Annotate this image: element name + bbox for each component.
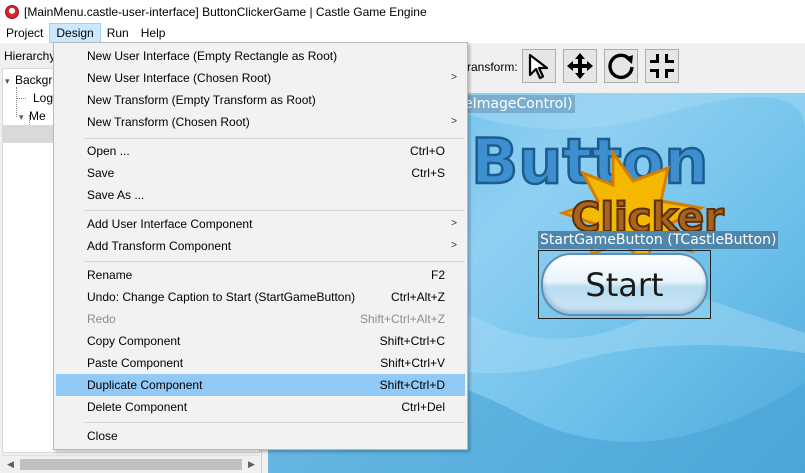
menu-item-label: Open ... [87, 144, 130, 158]
menu-project[interactable]: Project [0, 23, 49, 43]
menu-help[interactable]: Help [135, 23, 172, 43]
menu-item-add-ui-component[interactable]: Add User Interface Component > [56, 213, 465, 235]
collapse-icon[interactable]: ▾ [19, 108, 29, 126]
transform-label: ransform: [467, 60, 518, 74]
submenu-arrow-icon: > [451, 116, 457, 127]
tree-item-label: Me [29, 109, 46, 123]
tree-item-background[interactable]: ▾ Backgr [5, 71, 52, 89]
menu-item-shortcut: Shift+Ctrl+Alt+Z [359, 312, 445, 326]
menu-item-shortcut: Ctrl+S [411, 166, 445, 180]
menu-item-label: New User Interface (Chosen Root) [87, 71, 272, 85]
menu-item-shortcut: Shift+Ctrl+V [380, 356, 445, 370]
menu-item-new-transform-empty[interactable]: New Transform (Empty Transform as Root) [56, 89, 465, 111]
menu-separator [84, 422, 465, 423]
start-game-button[interactable]: Start [541, 253, 708, 316]
castle-app-icon [5, 4, 19, 19]
scale-shrink-icon [650, 54, 674, 78]
menu-item-label: New User Interface (Empty Rectangle as R… [87, 49, 338, 63]
tree-item-label: Backgr [15, 73, 53, 87]
submenu-arrow-icon: > [451, 218, 457, 229]
menu-item-shortcut: Ctrl+Alt+Z [390, 290, 445, 304]
menu-run[interactable]: Run [101, 23, 135, 43]
scale-tool-button[interactable] [645, 49, 679, 83]
menu-separator [84, 261, 465, 262]
window-title: [MainMenu.castle-user-interface] ButtonC… [24, 4, 427, 19]
move-tool-button[interactable] [563, 49, 597, 83]
menu-item-undo[interactable]: Undo: Change Caption to Start (StartGame… [56, 286, 465, 308]
start-button-label: Start [585, 265, 664, 304]
menu-item-redo: Redo Shift+Ctrl+Alt+Z [56, 308, 465, 330]
menu-item-close[interactable]: Close [56, 425, 465, 447]
tree-item-label: Log [33, 91, 54, 105]
menu-item-new-ui-chosen[interactable]: New User Interface (Chosen Root) > [56, 67, 465, 89]
menu-bar: Project Design Run Help [0, 23, 805, 43]
menu-item-shortcut: Shift+Ctrl+C [379, 334, 445, 348]
title-bar: [MainMenu.castle-user-interface] ButtonC… [0, 0, 805, 23]
menu-item-label: New Transform (Chosen Root) [87, 115, 250, 129]
menu-item-copy-component[interactable]: Copy Component Shift+Ctrl+C [56, 330, 465, 352]
rotate-icon [608, 53, 634, 80]
scroll-right-icon[interactable]: ▶ [243, 456, 260, 473]
menu-item-shortcut: F2 [430, 268, 445, 282]
menu-item-label: Copy Component [87, 334, 181, 348]
move-arrows-icon [567, 53, 593, 79]
select-cursor-icon [528, 53, 549, 80]
menu-item-label: Add User Interface Component [87, 217, 253, 231]
menu-item-save[interactable]: Save Ctrl+S [56, 162, 465, 184]
select-tool-button[interactable] [522, 49, 556, 83]
menu-item-label: Save [87, 166, 115, 180]
hierarchy-horizontal-scrollbar[interactable]: ◀ ▶ [2, 455, 260, 472]
tree-item-logo[interactable]: Log [33, 89, 53, 107]
menu-item-label: Duplicate Component [87, 378, 203, 392]
menu-item-new-transform-chosen[interactable]: New Transform (Chosen Root) > [56, 111, 465, 133]
menu-item-new-ui-empty[interactable]: New User Interface (Empty Rectangle as R… [56, 45, 465, 67]
selected-component-caption: StartGameButton (TCastleButton) [538, 231, 779, 249]
tree-item-menu[interactable]: ▾ Me [19, 107, 46, 125]
submenu-arrow-icon: > [451, 72, 457, 83]
menu-item-open[interactable]: Open ... Ctrl+O [56, 140, 465, 162]
scrollbar-thumb[interactable] [20, 459, 242, 470]
image-control-caption: eImageControl) [462, 95, 575, 113]
menu-item-save-as[interactable]: Save As ... [56, 184, 465, 206]
design-dropdown-menu: New User Interface (Empty Rectangle as R… [53, 42, 468, 450]
menu-item-label: Add Transform Component [87, 239, 232, 253]
menu-item-label: Paste Component [87, 356, 184, 370]
menu-item-rename[interactable]: Rename F2 [56, 264, 465, 286]
menu-item-label: Rename [87, 268, 133, 282]
menu-item-shortcut: Shift+Ctrl+D [379, 378, 445, 392]
menu-item-paste-component[interactable]: Paste Component Shift+Ctrl+V [56, 352, 465, 374]
menu-separator [84, 138, 465, 139]
menu-item-label: Close [87, 429, 118, 443]
menu-item-label: Delete Component [87, 400, 188, 414]
menu-item-delete-component[interactable]: Delete Component Ctrl+Del [56, 396, 465, 418]
submenu-arrow-icon: > [451, 240, 457, 251]
rotate-tool-button[interactable] [604, 49, 638, 83]
menu-design[interactable]: Design [49, 23, 101, 43]
menu-separator [84, 210, 465, 211]
menu-item-duplicate-component[interactable]: Duplicate Component Shift+Ctrl+D [56, 374, 465, 396]
menu-item-shortcut: Ctrl+Del [401, 400, 445, 414]
menu-item-shortcut: Ctrl+O [409, 144, 445, 158]
menu-item-add-transform-component[interactable]: Add Transform Component > [56, 235, 465, 257]
collapse-icon[interactable]: ▾ [5, 72, 15, 90]
scroll-left-icon[interactable]: ◀ [2, 456, 19, 473]
menu-item-label: Redo [87, 312, 116, 326]
menu-item-label: Undo: Change Caption to Start (StartGame… [87, 290, 356, 304]
hierarchy-title: Hierarchy [4, 49, 56, 63]
menu-item-label: New Transform (Empty Transform as Root) [87, 93, 316, 107]
menu-item-label: Save As ... [87, 188, 145, 202]
